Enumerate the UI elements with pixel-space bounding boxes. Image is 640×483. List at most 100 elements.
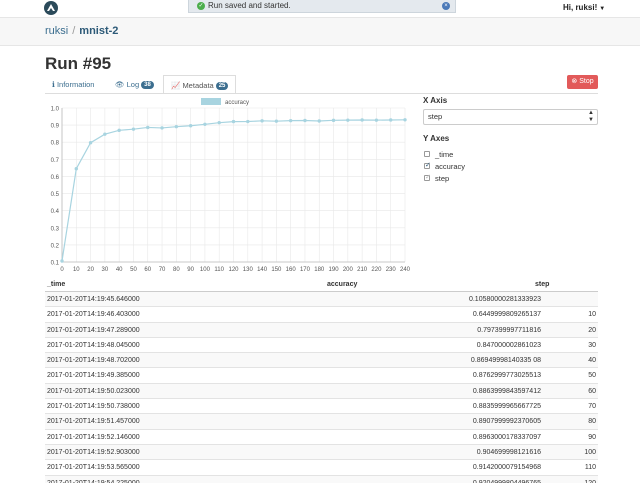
- legend-label: accuracy: [225, 100, 249, 106]
- metadata-count-badge: 25: [215, 82, 229, 91]
- column-header-time[interactable]: _time: [47, 281, 65, 288]
- tab-log[interactable]: 👁 Log 38: [115, 75, 154, 94]
- x-tick-label: 20: [87, 267, 94, 273]
- cell-time: 2017-01-20T14:19:48.702000: [47, 357, 140, 365]
- data-point: [188, 124, 193, 128]
- eye-icon: 👁: [115, 80, 125, 89]
- data-point: [303, 118, 307, 123]
- data-point: [274, 119, 279, 123]
- close-icon[interactable]: ×: [442, 2, 450, 10]
- stop-button[interactable]: ⊗ Stop: [567, 75, 598, 89]
- x-tick-label: 40: [116, 267, 123, 273]
- cell-step: 90: [588, 433, 596, 441]
- y-tick-label: 0.9: [51, 124, 60, 130]
- data-point: [288, 118, 293, 123]
- cell-step: 110: [584, 464, 596, 472]
- table-row: 2017-01-20T14:19:50.738000 0.883599996566…: [45, 399, 598, 415]
- tab-divider: [45, 93, 598, 94]
- table-row: 2017-01-20T14:19:53.565000 0.914200007915…: [45, 460, 598, 476]
- cell-time: 2017-01-20T14:19:47.289000: [47, 326, 140, 334]
- x-axis-select[interactable]: step ▲ ▼: [423, 109, 598, 125]
- y-option-time-label: _time: [435, 150, 454, 159]
- column-header-accuracy[interactable]: accuracy: [327, 281, 357, 288]
- user-menu[interactable]: Hi, ruksi! ▼: [563, 3, 605, 12]
- y-tick-label: 0.6: [51, 175, 60, 181]
- x-tick-label: 0: [60, 267, 64, 273]
- y-option-accuracy[interactable]: accuracy: [424, 161, 466, 172]
- cell-accuracy: 0.8863999843597412: [472, 387, 541, 395]
- data-point: [317, 119, 321, 123]
- data-point: [331, 118, 336, 123]
- y-tick-label: 1.0: [51, 107, 60, 113]
- data-point: [360, 118, 364, 122]
- stop-icon: ⊗: [571, 78, 578, 85]
- y-option-accuracy-label: accuracy: [435, 162, 466, 171]
- x-tick-label: 190: [329, 267, 340, 273]
- x-tick-label: 50: [130, 267, 137, 273]
- column-header-step[interactable]: step: [535, 281, 549, 288]
- table-row: 2017-01-20T14:19:45.646000 0.105800002813…: [45, 292, 598, 308]
- table-row: 2017-01-20T14:19:48.045000 0.847000002861…: [45, 338, 598, 354]
- cell-accuracy: 0.10580000281333923: [468, 296, 541, 303]
- cell-time: 2017-01-20T14:19:50.023000: [47, 387, 140, 395]
- data-point: [346, 118, 350, 122]
- x-tick-label: 110: [214, 267, 224, 273]
- cell-step: 10: [588, 311, 596, 319]
- breadcrumb-owner[interactable]: ruksi: [45, 25, 68, 37]
- data-point: [246, 119, 250, 124]
- y-option-time[interactable]: _time: [424, 150, 453, 160]
- cell-step: 40: [588, 357, 596, 365]
- checkbox-accuracy[interactable]: [424, 161, 431, 170]
- cell-time: 2017-01-20T14:19:49.385000: [47, 372, 140, 380]
- tab-log-label: Log: [126, 80, 140, 89]
- data-point: [231, 119, 236, 124]
- cell-time: 2017-01-20T14:19:52.903000: [47, 448, 140, 456]
- x-axis-select-value: step: [428, 112, 443, 121]
- x-tick-label: 70: [159, 267, 166, 273]
- cell-time: 2017-01-20T14:19:48.045000: [47, 341, 140, 349]
- cell-time: 2017-01-20T14:19:52.146000: [47, 433, 140, 441]
- table-row: 2017-01-20T14:19:47.289000 0.797399997711…: [45, 322, 598, 338]
- table-row: 2017-01-20T14:19:52.903000 0.904699998121…: [45, 444, 598, 461]
- cell-accuracy: 0.8963000178337097: [472, 433, 541, 441]
- y-option-step[interactable]: step: [424, 173, 449, 184]
- checkbox-step[interactable]: [424, 173, 431, 182]
- tab-metadata[interactable]: 📈 Metadata 25: [163, 75, 237, 94]
- data-point: [160, 126, 164, 130]
- y-axes-heading: Y Axes: [423, 134, 450, 143]
- y-tick-label: 0.2: [51, 243, 60, 249]
- toast-notification: ✓ Run saved and started. ×: [188, 0, 456, 13]
- data-point: [117, 128, 121, 133]
- cell-accuracy: 0.8835999965667725: [472, 403, 541, 411]
- y-tick-label: 0.5: [51, 192, 60, 198]
- logo-icon: [47, 4, 55, 11]
- data-point: [174, 124, 179, 129]
- chart-icon: 📈: [171, 81, 181, 90]
- y-tick-label: 0.7: [51, 158, 60, 164]
- y-tick-label: 0.3: [51, 226, 60, 232]
- y-tick-label: 0.4: [51, 209, 60, 215]
- x-tick-label: 240: [400, 267, 411, 273]
- breadcrumb-project[interactable]: mnist-2: [79, 25, 118, 37]
- x-tick-label: 60: [144, 267, 151, 273]
- cell-step: 60: [588, 387, 596, 395]
- cell-accuracy: 0.86949998140335 08: [470, 357, 541, 365]
- checkbox-time[interactable]: [424, 151, 430, 158]
- cell-accuracy: 0.8907999992370605: [472, 418, 541, 426]
- cell-accuracy: 0.797399997711816: [477, 326, 541, 334]
- data-point: [217, 120, 221, 125]
- x-tick-label: 140: [257, 267, 268, 273]
- legend-swatch: [201, 98, 221, 105]
- tab-information-label: Information: [56, 80, 95, 89]
- cell-accuracy: 0.847000002861023: [476, 341, 541, 349]
- data-point: [389, 118, 393, 122]
- table-row: 2017-01-20T14:19:46.403000 0.644999980926…: [45, 307, 598, 323]
- x-tick-label: 180: [314, 267, 325, 273]
- tab-information[interactable]: ℹ Information: [52, 75, 94, 94]
- cell-accuracy: 0.8762999773025513: [472, 372, 541, 380]
- data-point: [60, 259, 64, 263]
- log-count-badge: 38: [141, 81, 154, 90]
- cell-time: 2017-01-20T14:19:53.565000: [47, 464, 140, 472]
- data-point: [88, 141, 93, 145]
- app-logo[interactable]: [44, 1, 58, 15]
